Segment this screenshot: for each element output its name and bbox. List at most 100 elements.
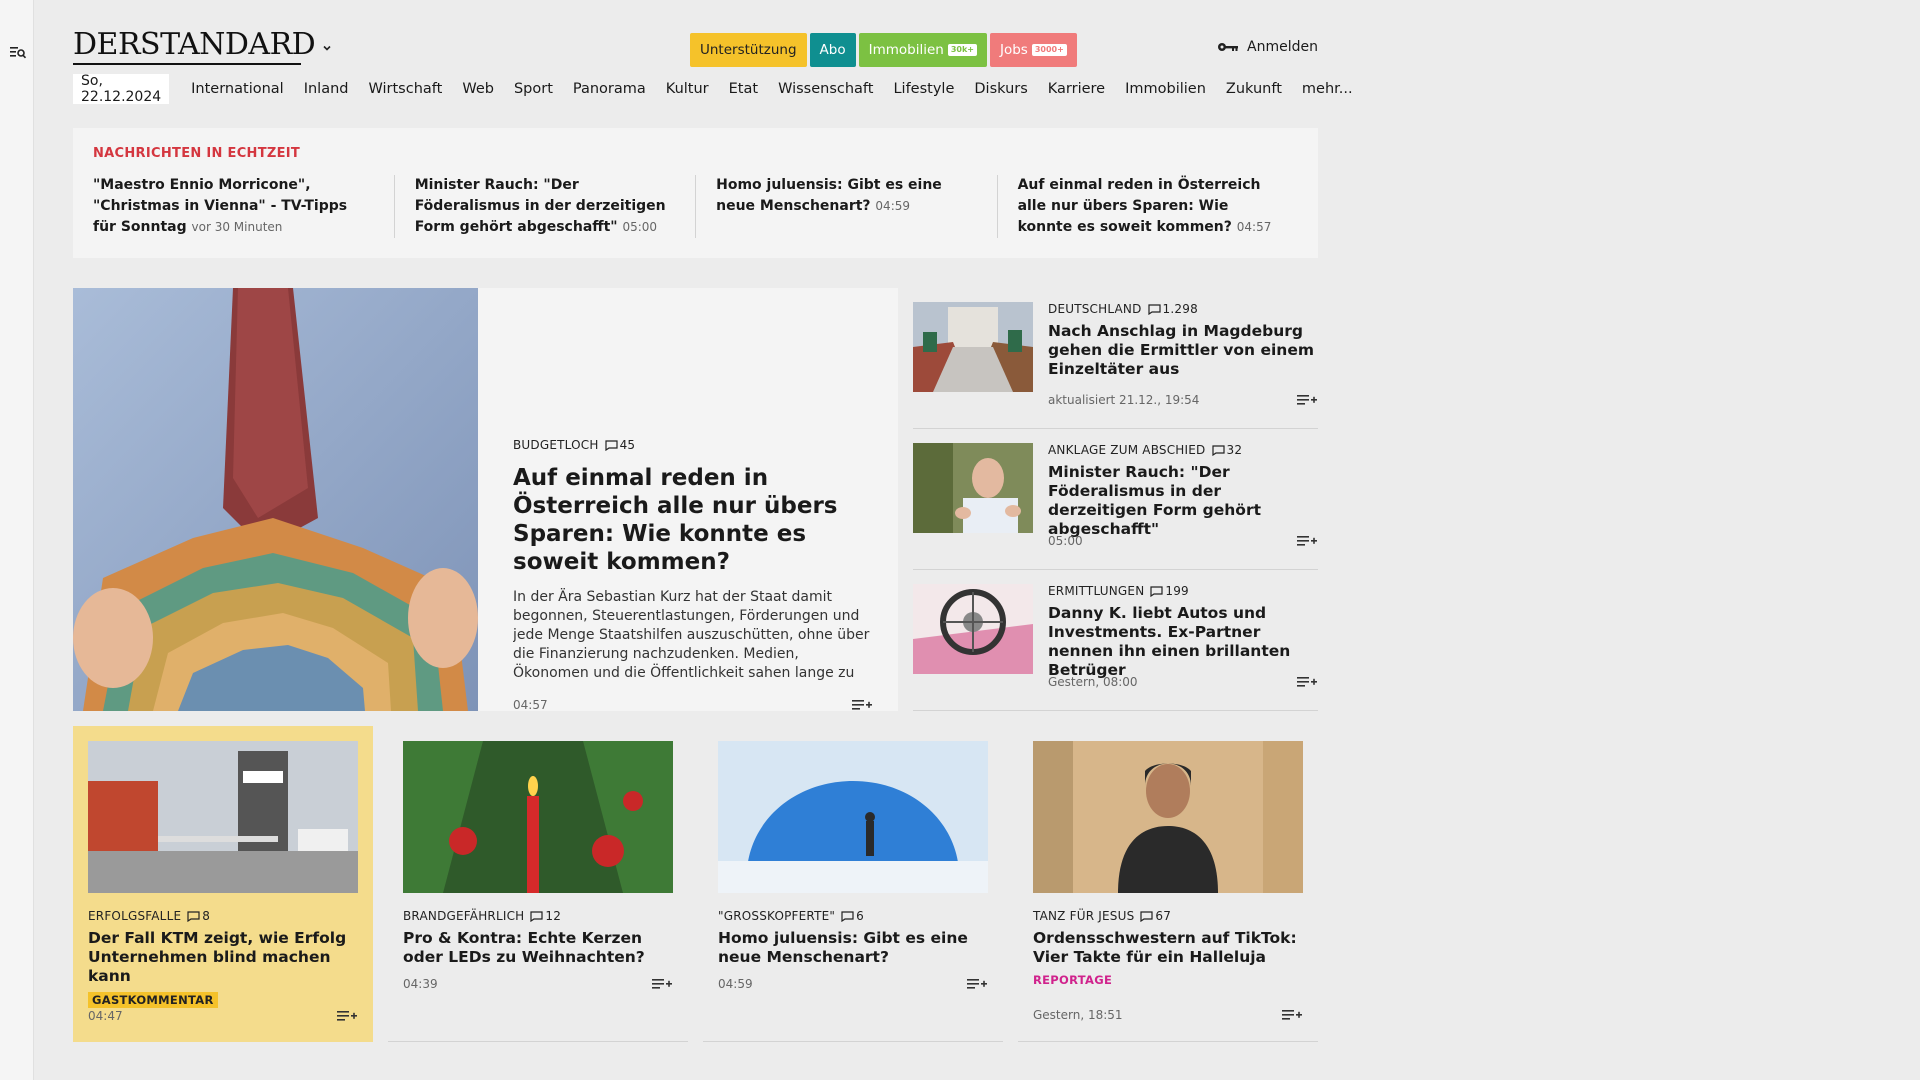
nav-item-diskurs[interactable]: Diskurs — [964, 81, 1037, 97]
comment-count-value: 67 — [1155, 909, 1172, 923]
nav-item-lifestyle[interactable]: Lifestyle — [883, 81, 964, 97]
hero-title[interactable]: Auf einmal reden in Österreich alle nur … — [513, 464, 873, 576]
nav-item-more[interactable]: mehr... — [1292, 81, 1363, 97]
ticker-item[interactable]: Auf einmal reden in Österreich alle nur … — [996, 175, 1298, 238]
left-rail — [0, 0, 34, 1080]
comment-count[interactable]: 1.298 — [1147, 302, 1198, 316]
article-kicker: ERFOLGSFALLE 8 — [88, 909, 358, 923]
nav-item-etat[interactable]: Etat — [719, 81, 768, 97]
article-image[interactable] — [1033, 741, 1303, 893]
hero-kicker-label: BUDGETLOCH — [513, 438, 599, 452]
article-title[interactable]: Danny K. liebt Autos und Investments. Ex… — [1048, 604, 1318, 680]
list-item[interactable]: DEUTSCHLAND 1.298 Nach Anschlag in Magde… — [913, 288, 1318, 429]
abo-button[interactable]: Abo — [809, 33, 856, 67]
header-pills: Unterstützung Abo Immobilien 30k+ Jobs 300… — [690, 33, 1077, 67]
article-title[interactable]: Minister Rauch: "Der Föderalismus in der… — [1048, 463, 1318, 539]
comment-count[interactable]: 12 — [530, 909, 561, 923]
comment-count-value: 32 — [1226, 443, 1243, 457]
nav-item-zukunft[interactable]: Zukunft — [1216, 81, 1292, 97]
add-to-list-icon[interactable] — [1296, 533, 1318, 549]
current-date: So, 22.12.2024 — [73, 73, 170, 105]
nav-item-wissenschaft[interactable]: Wissenschaft — [768, 81, 883, 97]
hero-image[interactable] — [73, 288, 478, 711]
comment-count-value: 12 — [545, 909, 562, 923]
comment-count[interactable]: 199 — [1150, 584, 1189, 598]
comment-count[interactable]: 6 — [841, 909, 864, 923]
jobs-label: Jobs — [1000, 42, 1028, 58]
nav-list: International Inland Wirtschaft Web Spor… — [181, 81, 1362, 97]
kicker-label: BRANDGEFÄHRLICH — [403, 909, 525, 923]
article-time: 05:00 — [1048, 534, 1083, 548]
nav-item-panorama[interactable]: Panorama — [563, 81, 656, 97]
add-to-list-icon[interactable] — [336, 1008, 358, 1024]
article-title[interactable]: Pro & Kontra: Echte Kerzen oder LEDs zu … — [403, 929, 673, 967]
article-image[interactable] — [403, 741, 673, 893]
comment-count[interactable]: 32 — [1211, 443, 1243, 457]
nav-item-immobilien[interactable]: Immobilien — [1115, 81, 1216, 97]
article-card[interactable]: TANZ FÜR JESUS 67 Ordensschwestern auf T… — [1018, 726, 1318, 1042]
article-card[interactable]: "GROSSKOPFERTE" 6 Homo juluensis: Gibt e… — [703, 726, 1003, 1042]
nav-item-international[interactable]: International — [181, 81, 294, 97]
login-button[interactable]: Anmelden — [1217, 39, 1318, 55]
add-to-list-icon[interactable] — [1296, 392, 1318, 408]
nav-item-kultur[interactable]: Kultur — [656, 81, 719, 97]
article-kicker: DEUTSCHLAND 1.298 — [1048, 302, 1318, 316]
search-menu-icon[interactable] — [9, 43, 29, 63]
article-title[interactable]: Ordensschwestern auf TikTok: Vier Takte … — [1033, 929, 1303, 967]
support-label: Unterstützung — [700, 42, 797, 58]
article-card[interactable]: ERFOLGSFALLE 8 Der Fall KTM zeigt, wie E… — [73, 726, 373, 1042]
comment-count-value: 1.298 — [1162, 302, 1198, 316]
nav-item-sport[interactable]: Sport — [504, 81, 563, 97]
article-image[interactable] — [913, 584, 1033, 674]
list-item[interactable]: ERMITTLUNGEN 199 Danny K. liebt Autos un… — [913, 570, 1318, 711]
ticker-item[interactable]: Homo juluensis: Gibt es eine neue Mensch… — [695, 175, 996, 238]
add-to-list-icon[interactable] — [651, 976, 673, 992]
article-image[interactable] — [913, 302, 1033, 392]
support-button[interactable]: Unterstützung — [690, 33, 807, 67]
article-time: aktualisiert 21.12., 19:54 — [1048, 393, 1200, 407]
comment-icon — [1147, 303, 1161, 315]
add-to-list-icon[interactable] — [1296, 674, 1318, 690]
article-title[interactable]: Nach Anschlag in Magdeburg gehen die Erm… — [1048, 322, 1318, 379]
reportage-badge: REPORTAGE — [1033, 973, 1113, 987]
article-image[interactable] — [718, 741, 988, 893]
ticker-item[interactable]: "Maestro Ennio Morricone", "Christmas in… — [93, 175, 394, 238]
list-item[interactable]: ANKLAGE ZUM ABSCHIED 32 Minister Rauch: … — [913, 429, 1318, 570]
kicker-label: TANZ FÜR JESUS — [1033, 909, 1135, 923]
article-title[interactable]: Homo juluensis: Gibt es eine neue Mensch… — [718, 929, 988, 967]
kicker-label: ERFOLGSFALLE — [88, 909, 182, 923]
nav-item-web[interactable]: Web — [452, 81, 504, 97]
hero-article[interactable]: BUDGETLOCH 45 Auf einmal reden in Österr… — [73, 288, 898, 713]
comment-count[interactable]: 8 — [187, 909, 210, 923]
article-card[interactable]: BRANDGEFÄHRLICH 12 Pro & Kontra: Echte K… — [388, 726, 688, 1042]
add-to-list-icon[interactable] — [1281, 1007, 1303, 1023]
article-kicker: BRANDGEFÄHRLICH 12 — [403, 909, 673, 923]
key-icon — [1217, 41, 1239, 53]
logo[interactable]: DERSTANDARD — [73, 30, 316, 60]
chevron-down-icon[interactable] — [321, 42, 335, 56]
jobs-button[interactable]: Jobs 3000+ — [990, 33, 1077, 67]
article-image[interactable] — [88, 741, 358, 893]
comment-count-value: 8 — [202, 909, 211, 923]
hero-lead: In der Ära Sebastian Kurz hat der Staat … — [513, 589, 870, 681]
jobs-badge: 3000+ — [1031, 44, 1067, 56]
nav-item-inland[interactable]: Inland — [294, 81, 359, 97]
nav-item-wirtschaft[interactable]: Wirtschaft — [358, 81, 452, 97]
article-title[interactable]: Der Fall KTM zeigt, wie Erfolg Unternehm… — [88, 929, 358, 986]
guest-comment-badge: GASTKOMMENTAR — [88, 992, 218, 1008]
ticker-item[interactable]: Minister Rauch: "Der Föderalismus in der… — [393, 175, 695, 238]
comment-icon — [187, 910, 200, 922]
comment-count[interactable]: 67 — [1140, 909, 1171, 923]
nav-item-karriere[interactable]: Karriere — [1038, 81, 1115, 97]
article-time: 04:59 — [718, 977, 753, 991]
comment-count[interactable]: 45 — [604, 438, 636, 452]
article-image[interactable] — [913, 443, 1033, 533]
add-to-list-icon[interactable] — [851, 697, 873, 713]
article-time: 04:47 — [88, 1009, 123, 1023]
immobilien-button[interactable]: Immobilien 30k+ — [858, 33, 987, 67]
article-time: Gestern, 18:51 — [1033, 1008, 1123, 1022]
kicker-label: ERMITTLUNGEN — [1048, 584, 1145, 598]
comment-count-value: 45 — [619, 438, 636, 452]
ticker-time: 05:00 — [622, 220, 658, 234]
add-to-list-icon[interactable] — [966, 976, 988, 992]
